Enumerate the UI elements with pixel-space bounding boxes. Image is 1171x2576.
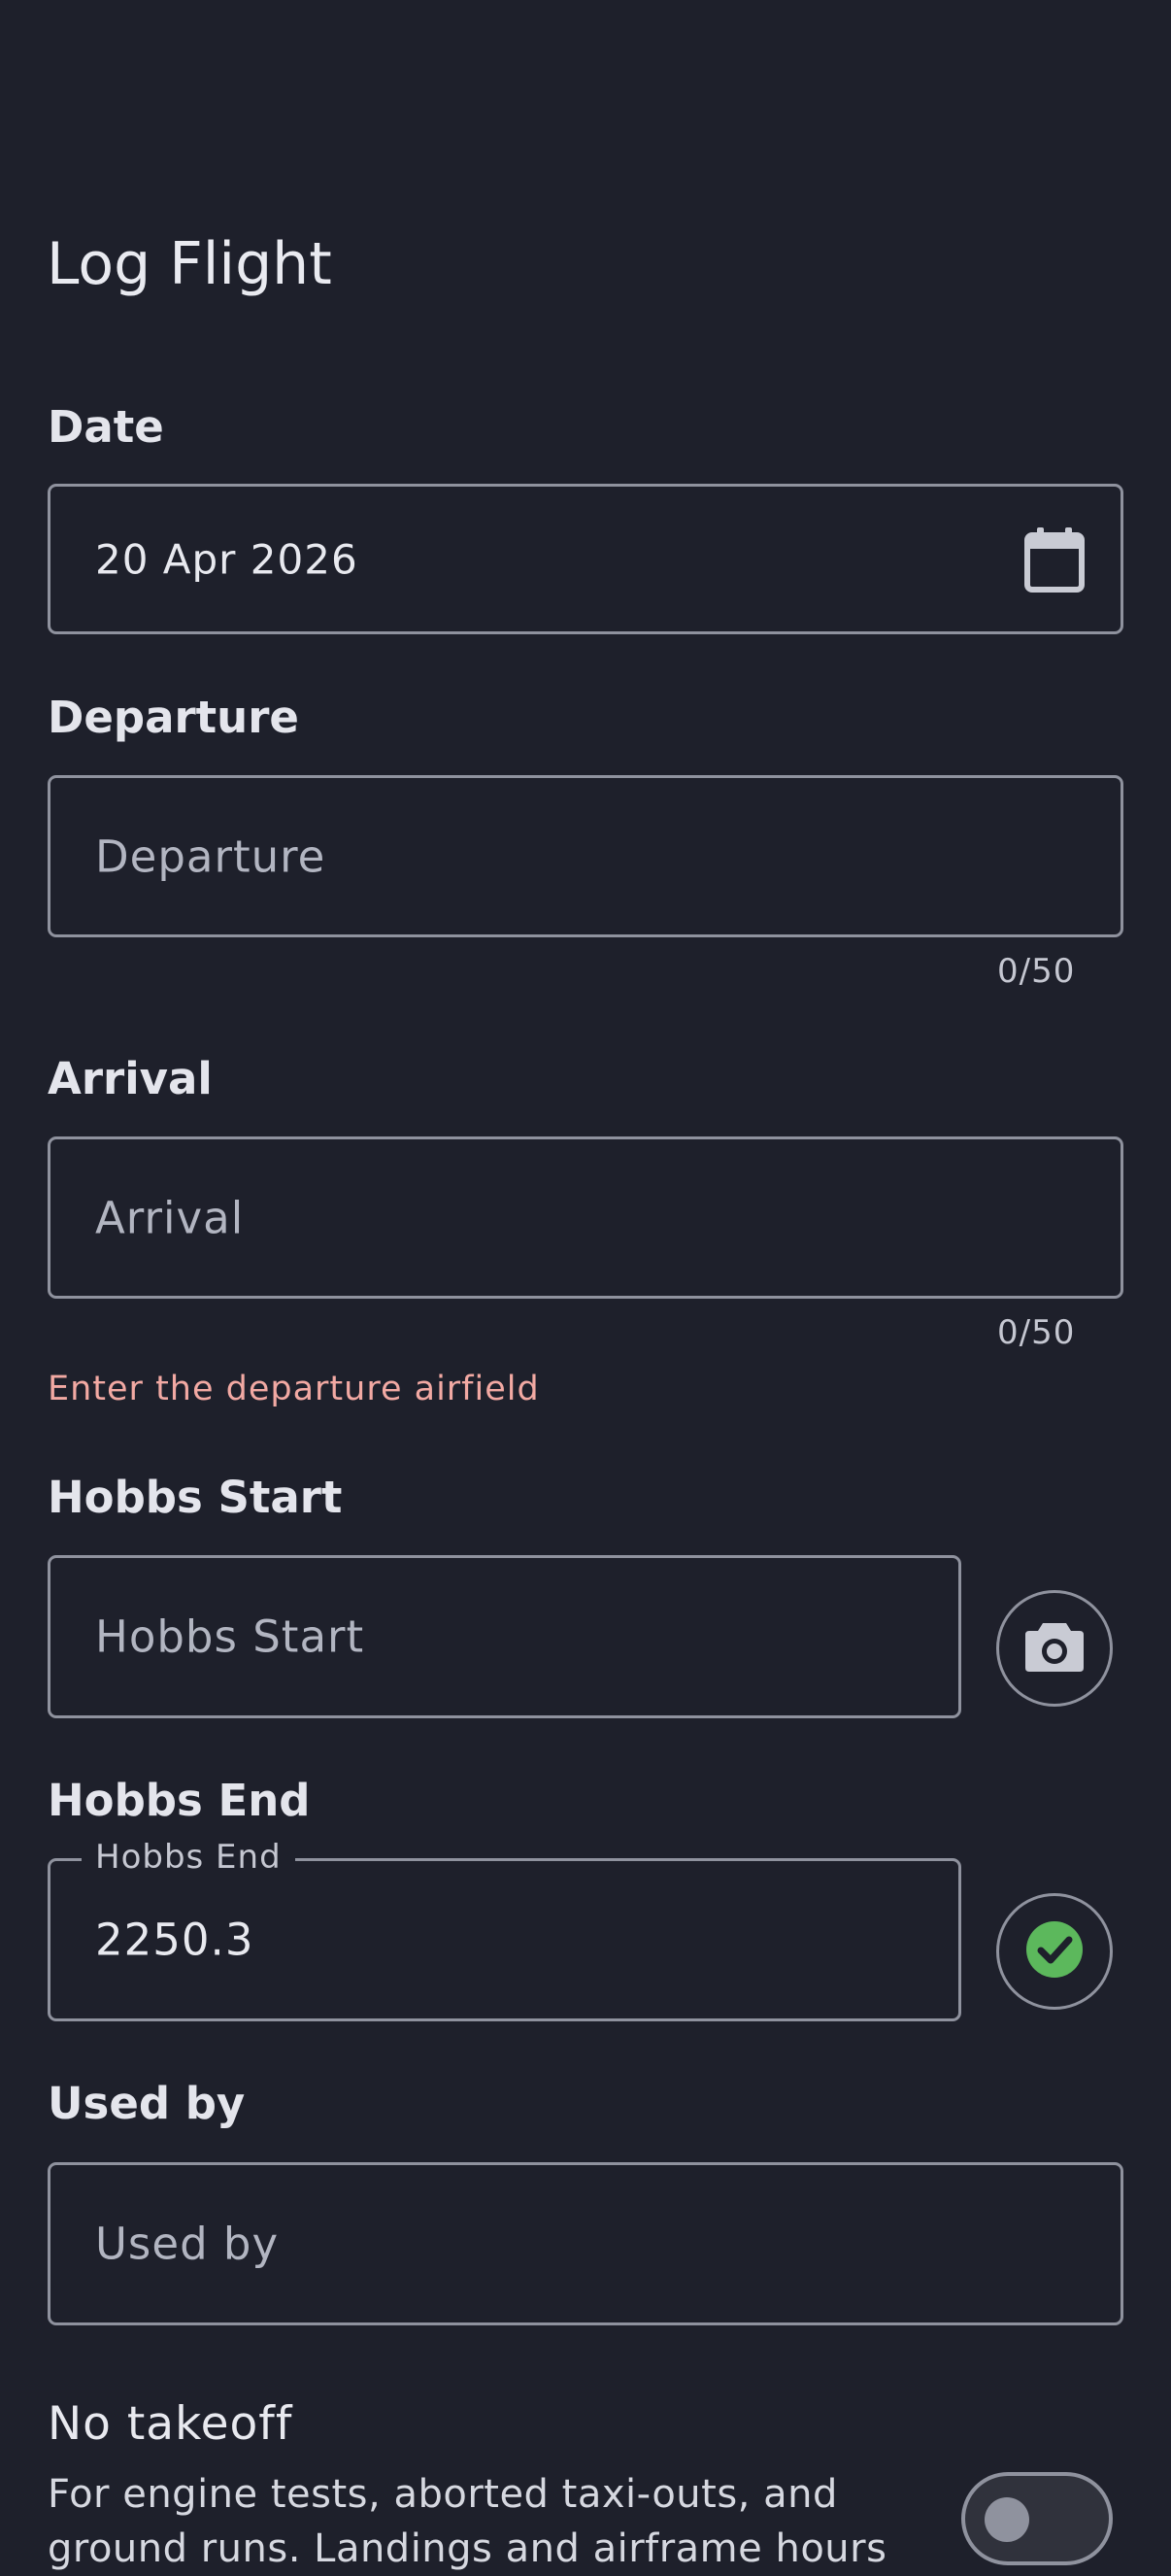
hobbs-start-placeholder: Hobbs Start — [95, 1610, 365, 1663]
departure-char-counter: 0/50 — [997, 952, 1076, 991]
departure-error-message: Enter the departure airfield — [48, 1370, 540, 1408]
page-title: Log Flight — [47, 230, 332, 298]
date-label: Date — [48, 401, 164, 453]
switch-knob — [985, 2497, 1029, 2542]
date-field[interactable]: 20 Apr 2026 — [48, 484, 1123, 634]
hobbs-end-status-button[interactable] — [996, 1893, 1113, 2010]
hobbs-end-input[interactable]: Hobbs End 2250.3 — [48, 1838, 961, 2021]
arrival-label: Arrival — [48, 1053, 213, 1104]
used-by-placeholder: Used by — [95, 2218, 280, 2270]
used-by-input[interactable]: Used by — [48, 2162, 1123, 2325]
arrival-char-counter: 0/50 — [997, 1313, 1076, 1352]
arrival-input[interactable]: Arrival — [48, 1136, 1123, 1299]
departure-placeholder: Departure — [95, 830, 326, 882]
no-takeoff-description: For engine tests, aborted taxi-outs, and… — [48, 2472, 887, 2571]
hobbs-end-label: Hobbs End — [48, 1775, 311, 1826]
hobbs-start-label: Hobbs Start — [48, 1472, 343, 1523]
no-takeoff-switch[interactable] — [961, 2472, 1113, 2565]
calendar-icon[interactable] — [1023, 525, 1086, 593]
hobbs-end-value: 2250.3 — [95, 1914, 254, 1966]
no-takeoff-title: No takeoff — [48, 2397, 293, 2451]
used-by-label: Used by — [48, 2078, 246, 2129]
check-circle-icon — [1025, 1920, 1084, 1983]
date-value: 20 Apr 2026 — [95, 535, 358, 583]
hobbs-end-floating-label: Hobbs End — [82, 1838, 295, 1877]
departure-label: Departure — [48, 692, 299, 743]
camera-icon — [1023, 1619, 1086, 1678]
departure-input[interactable]: Departure — [48, 775, 1123, 937]
arrival-placeholder: Arrival — [95, 1192, 245, 1243]
hobbs-start-input[interactable]: Hobbs Start — [48, 1555, 961, 1718]
hobbs-start-camera-button[interactable] — [996, 1590, 1113, 1707]
